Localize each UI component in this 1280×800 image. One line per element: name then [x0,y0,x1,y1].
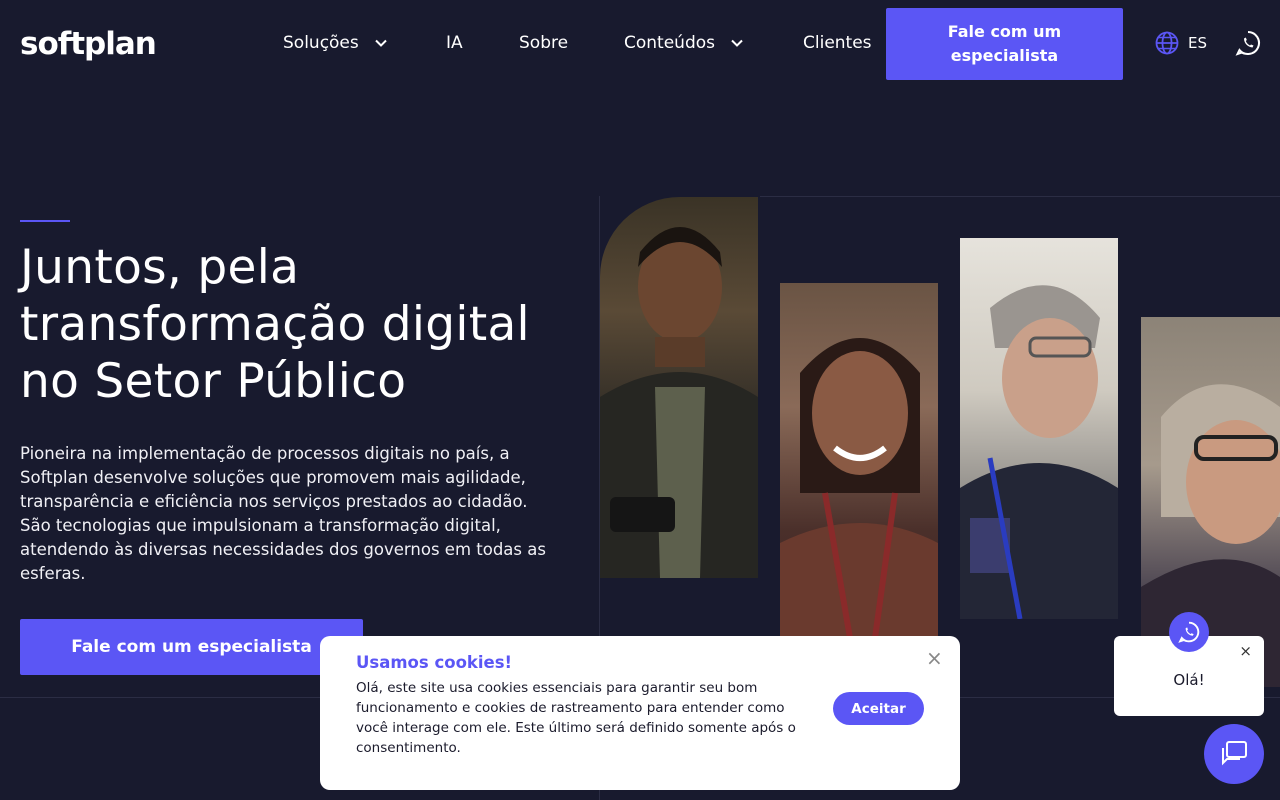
hero-title: Juntos, pela transformação digital no Se… [20,240,530,409]
whatsapp-link[interactable] [1235,30,1261,60]
photo-man-with-glasses [960,238,1118,619]
whatsapp-icon [1235,31,1260,56]
language-selector[interactable]: ES [1155,31,1207,55]
divider [760,196,1280,197]
language-label: ES [1188,34,1207,52]
photo-woman-with-glasses [1141,317,1280,687]
nav-item-label: Sobre [519,33,569,53]
chevron-down-icon [731,39,743,47]
nav-item-label: Conteúdos [624,33,715,53]
hero-specialist-button[interactable]: Fale com um especialista [20,619,363,675]
nav-item-conteudos[interactable]: Conteúdos [624,33,745,53]
cookie-banner: Usamos cookies! Olá, este site usa cooki… [320,636,960,790]
talk-to-specialist-button[interactable]: Fale com um especialista [886,8,1123,80]
cookie-description: Olá, este site usa cookies essenciais pa… [356,680,796,756]
chat-icon [1222,741,1247,766]
nav-item-ia[interactable]: IA [446,33,463,53]
globe-icon [1155,31,1179,55]
nav-item-clientes[interactable]: Clientes [803,33,872,53]
open-chat-button[interactable] [1204,724,1264,784]
whatsapp-bubble[interactable] [1169,612,1209,652]
hero-accent-line [20,220,70,222]
photo-young-man-with-phone [600,197,758,578]
chat-greeting-text: Olá! [1173,671,1205,689]
photo-smiling-woman [780,283,938,638]
softplan-logo[interactable]: softplan [20,26,157,62]
nav-item-label: Soluções [283,33,359,53]
close-icon[interactable]: × [1239,642,1252,660]
accept-cookies-button[interactable]: Aceitar [833,692,924,725]
nav-item-sobre[interactable]: Sobre [519,33,568,53]
nav-item-label: Clientes [803,33,872,53]
nav-item-solucoes[interactable]: Soluções [283,33,389,53]
nav-item-label: IA [446,33,463,53]
whatsapp-icon [1178,621,1200,643]
close-icon[interactable]: × [926,646,943,670]
cookie-title: Usamos cookies! [356,653,513,672]
chevron-down-icon [375,39,387,47]
hero-description: Pioneira na implementação de processos d… [20,444,546,583]
top-navigation: softplan Soluções IA Sobre Conteúdos Cli… [0,0,1280,88]
